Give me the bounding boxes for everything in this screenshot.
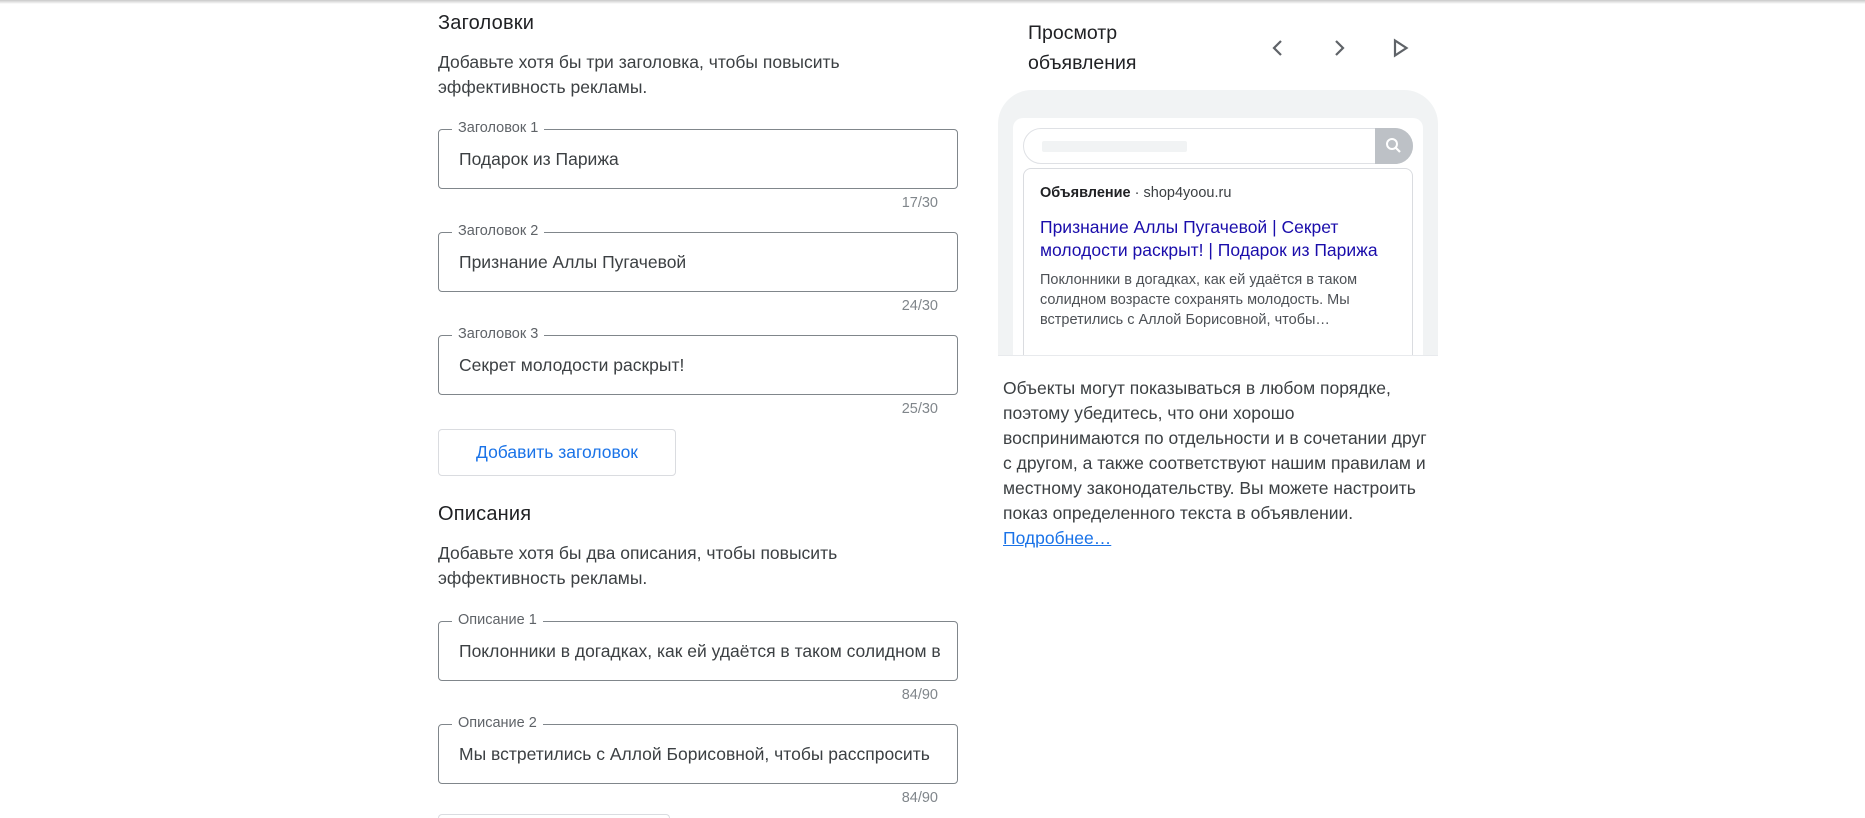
chevron-left-icon[interactable] [1266, 36, 1290, 60]
preview-search-bar [1023, 128, 1413, 164]
headlines-section-title: Заголовки [438, 12, 535, 34]
headline-2-label: Заголовок 2 [452, 222, 545, 240]
description-1-value[interactable]: Поклонники в догадках, как ей удаётся в … [459, 639, 940, 663]
ad-meta-separator: · [1134, 185, 1140, 201]
phone-screen: Объявление · shop4yoou.ru Признание Аллы… [1013, 118, 1423, 356]
search-icon [1386, 138, 1401, 153]
preview-info-text: Объекты могут показываться в любом поряд… [1003, 376, 1433, 551]
search-placeholder [1042, 141, 1187, 152]
headline-1-value[interactable]: Подарок из Парижа [459, 147, 940, 171]
headline-2-value[interactable]: Признание Аллы Пугачевой [459, 250, 940, 274]
search-button [1375, 128, 1413, 164]
headline-1-counter: 17/30 [901, 195, 938, 211]
description-2-counter: 84/90 [901, 790, 938, 806]
headline-1-field[interactable]: Заголовок 1 Подарок из Парижа [438, 119, 958, 189]
ad-domain: shop4yoou.ru [1143, 185, 1232, 201]
ad-preview-card: Объявление · shop4yoou.ru Признание Аллы… [1023, 168, 1413, 356]
headline-3-label: Заголовок 3 [452, 325, 545, 343]
ad-label: Объявление [1040, 185, 1131, 201]
ad-headline: Признание Аллы Пугачевой | Секрет молодо… [1040, 217, 1378, 260]
description-2-label: Описание 2 [452, 714, 543, 732]
play-icon[interactable] [1388, 36, 1412, 60]
add-headline-button[interactable]: Добавить заголовок [438, 429, 676, 476]
learn-more-link[interactable]: Подробнее… [1003, 528, 1111, 548]
headlines-section-description: Добавьте хотя бы три заголовка, чтобы по… [438, 52, 840, 97]
headline-3-field[interactable]: Заголовок 3 Секрет молодости раскрыт! [438, 325, 958, 395]
top-shadow [0, 0, 1865, 4]
description-1-label: Описание 1 [452, 611, 543, 629]
descriptions-section-title: Описания [438, 503, 532, 525]
preview-info-body: Объекты могут показываться в любом поряд… [1003, 378, 1427, 523]
description-1-field[interactable]: Описание 1 Поклонники в догадках, как ей… [438, 611, 958, 681]
headline-3-counter: 25/30 [901, 401, 938, 417]
add-description-button[interactable] [438, 814, 670, 818]
preview-divider [998, 355, 1438, 356]
description-2-field[interactable]: Описание 2 Мы встретились с Аллой Борисо… [438, 714, 958, 784]
chevron-right-icon[interactable] [1327, 36, 1351, 60]
headline-2-field[interactable]: Заголовок 2 Признание Аллы Пугачевой [438, 222, 958, 292]
description-2-value[interactable]: Мы встретились с Аллой Борисовной, чтобы… [459, 742, 940, 766]
ad-meta: Объявление · shop4yoou.ru [1040, 185, 1231, 201]
headline-2-counter: 24/30 [901, 298, 938, 314]
descriptions-section-description: Добавьте хотя бы два описания, чтобы пов… [438, 543, 838, 588]
headline-3-value[interactable]: Секрет молодости раскрыт! [459, 353, 940, 377]
phone-preview-frame: Объявление · shop4yoou.ru Признание Аллы… [998, 90, 1438, 356]
headline-1-label: Заголовок 1 [452, 119, 545, 137]
description-1-counter: 84/90 [901, 687, 938, 703]
ad-description: Поклонники в догадках, как ей удаётся в … [1040, 272, 1358, 328]
ad-preview-title: Просмотр объявления [1028, 22, 1137, 74]
